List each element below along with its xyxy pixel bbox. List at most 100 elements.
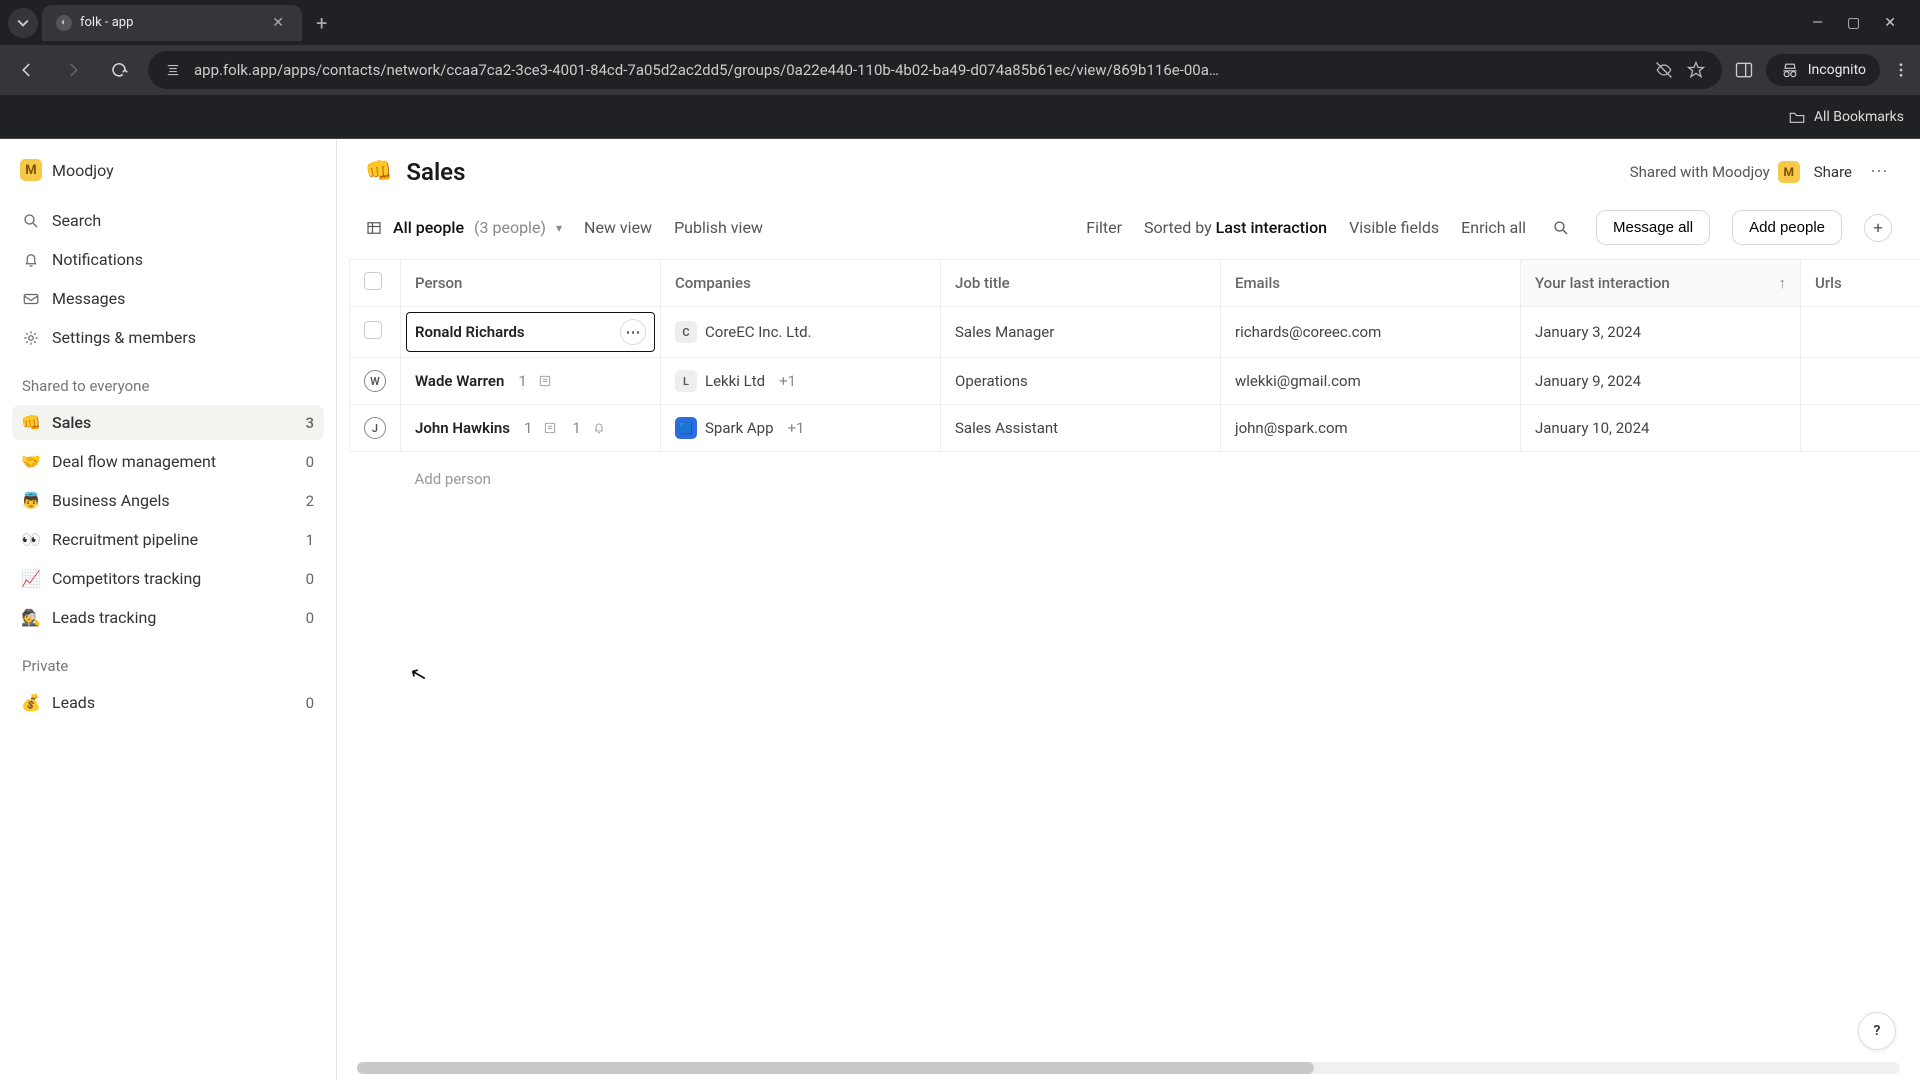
sort-button[interactable]: Sorted by Last interaction bbox=[1144, 218, 1327, 237]
header-checkbox[interactable] bbox=[350, 260, 401, 307]
site-settings-icon[interactable] bbox=[164, 61, 182, 79]
sidebar-group-label: Deal flow management bbox=[52, 452, 216, 471]
publish-view-button[interactable]: Publish view bbox=[674, 218, 763, 237]
visible-fields-button[interactable]: Visible fields bbox=[1349, 218, 1439, 237]
side-panel-icon[interactable] bbox=[1734, 60, 1754, 80]
sidebar-group-leads[interactable]: 💰 Leads 0 bbox=[12, 685, 324, 720]
cell-last-interaction[interactable]: January 10, 2024 bbox=[1521, 405, 1801, 452]
sidebar-section-shared: Shared to everyone bbox=[12, 359, 324, 401]
contacts-table: Person Companies Job title Emails Your l… bbox=[349, 259, 1920, 500]
cell-person[interactable]: John Hawkins 1 1 bbox=[401, 405, 661, 452]
cell-person[interactable]: Wade Warren 1 bbox=[401, 358, 661, 405]
cell-last-interaction[interactable]: January 9, 2024 bbox=[1521, 358, 1801, 405]
bookmark-star-icon[interactable] bbox=[1686, 60, 1706, 80]
share-button[interactable]: Share bbox=[1814, 163, 1852, 181]
help-button[interactable]: ? bbox=[1858, 1012, 1896, 1050]
nav-forward-button[interactable] bbox=[56, 53, 90, 87]
view-selector[interactable]: All people (3 people) ▾ bbox=[365, 218, 562, 237]
cell-company[interactable]: 🟦 Spark App +1 bbox=[661, 405, 941, 452]
sidebar-search[interactable]: Search bbox=[12, 203, 324, 238]
row-more-button[interactable]: ⋯ bbox=[620, 319, 646, 345]
emoji-icon: 💰 bbox=[22, 693, 40, 712]
sidebar-group-label: Competitors tracking bbox=[52, 569, 201, 588]
sidebar-group-angels[interactable]: 👼 Business Angels 2 bbox=[12, 483, 324, 518]
cell-job-title[interactable]: Sales Manager bbox=[941, 307, 1221, 358]
cell-person[interactable]: Ronald Richards ⋯ bbox=[401, 307, 661, 358]
row-avatar[interactable]: W bbox=[350, 358, 401, 405]
cell-company[interactable]: C CoreEC Inc. Ltd. bbox=[661, 307, 941, 358]
sidebar-group-dealflow[interactable]: 🤝 Deal flow management 0 bbox=[12, 444, 324, 479]
page-header: 👊 Sales Shared with Moodjoy M Share ⋯ bbox=[337, 139, 1920, 196]
emoji-icon: 🕵️ bbox=[22, 608, 40, 627]
note-icon bbox=[542, 420, 558, 436]
new-view-button[interactable]: New view bbox=[584, 218, 652, 237]
workspace-name: Moodjoy bbox=[52, 161, 114, 180]
cell-email[interactable]: wlekki@gmail.com bbox=[1221, 358, 1521, 405]
cell-urls[interactable] bbox=[1801, 358, 1920, 405]
message-all-button[interactable]: Message all bbox=[1596, 210, 1710, 245]
cell-company[interactable]: L Lekki Ltd +1 bbox=[661, 358, 941, 405]
sidebar-group-recruitment[interactable]: 👀 Recruitment pipeline 1 bbox=[12, 522, 324, 557]
add-person-row[interactable]: Add person bbox=[350, 452, 1920, 501]
table-row[interactable]: J John Hawkins 1 1 bbox=[350, 405, 1920, 452]
sidebar-notifications[interactable]: Notifications bbox=[12, 242, 324, 277]
person-name: Ronald Richards bbox=[415, 323, 525, 341]
nav-back-button[interactable] bbox=[10, 53, 44, 87]
cell-email[interactable]: john@spark.com bbox=[1221, 405, 1521, 452]
sidebar-settings[interactable]: Settings & members bbox=[12, 320, 324, 355]
mail-icon bbox=[22, 290, 40, 308]
browser-menu-button[interactable] bbox=[1892, 61, 1910, 79]
header-job-title[interactable]: Job title bbox=[941, 260, 1221, 307]
horizontal-scrollbar[interactable] bbox=[357, 1062, 1900, 1074]
cell-last-interaction[interactable]: January 3, 2024 bbox=[1521, 307, 1801, 358]
url-field[interactable]: app.folk.app/apps/contacts/network/ccaa7… bbox=[148, 51, 1722, 89]
table-row[interactable]: W Wade Warren 1 bbox=[350, 358, 1920, 405]
window-maximize-button[interactable]: ▢ bbox=[1847, 15, 1860, 31]
cell-job-title[interactable]: Operations bbox=[941, 358, 1221, 405]
incognito-badge[interactable]: Incognito bbox=[1766, 54, 1880, 86]
window-minimize-button[interactable]: ― bbox=[1812, 15, 1823, 31]
scrollbar-thumb[interactable] bbox=[357, 1062, 1314, 1074]
main-content: 👊 Sales Shared with Moodjoy M Share ⋯ Al… bbox=[337, 139, 1920, 1080]
workspace-switcher[interactable]: M Moodjoy bbox=[12, 153, 324, 187]
new-tab-button[interactable]: + bbox=[306, 7, 337, 39]
eye-off-icon[interactable] bbox=[1654, 60, 1674, 80]
sidebar-group-competitors[interactable]: 📈 Competitors tracking 0 bbox=[12, 561, 324, 596]
add-column-quick-button[interactable]: + bbox=[1864, 214, 1892, 242]
person-name: John Hawkins bbox=[415, 419, 510, 437]
filter-button[interactable]: Filter bbox=[1086, 218, 1122, 237]
page-more-button[interactable]: ⋯ bbox=[1866, 157, 1892, 186]
search-in-view-button[interactable] bbox=[1548, 215, 1574, 241]
page-emoji: 👊 bbox=[365, 159, 392, 184]
browser-tab[interactable]: ◐ folk - app ✕ bbox=[42, 5, 302, 41]
add-people-button[interactable]: Add people bbox=[1732, 210, 1842, 245]
header-emails[interactable]: Emails bbox=[1221, 260, 1521, 307]
shared-with-chip[interactable]: Shared with Moodjoy M bbox=[1630, 161, 1800, 183]
header-person[interactable]: Person bbox=[401, 260, 661, 307]
company-name: Spark App bbox=[705, 419, 774, 437]
nav-reload-button[interactable] bbox=[102, 53, 136, 87]
sidebar-group-leads-tracking[interactable]: 🕵️ Leads tracking 0 bbox=[12, 600, 324, 635]
cell-email[interactable]: richards@coreec.com bbox=[1221, 307, 1521, 358]
table-row[interactable]: Ronald Richards ⋯ C CoreEC Inc. Ltd. Sal… bbox=[350, 307, 1920, 358]
sidebar-group-sales[interactable]: 👊 Sales 3 bbox=[12, 405, 324, 440]
url-text: app.folk.app/apps/contacts/network/ccaa7… bbox=[194, 61, 1642, 79]
header-urls[interactable]: Urls bbox=[1801, 260, 1920, 307]
header-companies[interactable]: Companies bbox=[661, 260, 941, 307]
all-bookmarks-button[interactable]: All Bookmarks bbox=[1788, 108, 1904, 126]
sidebar-messages[interactable]: Messages bbox=[12, 281, 324, 316]
notes-count: 1 bbox=[518, 372, 526, 390]
row-avatar[interactable]: J bbox=[350, 405, 401, 452]
cell-urls[interactable] bbox=[1801, 307, 1920, 358]
incognito-label: Incognito bbox=[1808, 62, 1866, 78]
enrich-all-button[interactable]: Enrich all bbox=[1461, 218, 1526, 237]
bookmark-bar: All Bookmarks bbox=[0, 95, 1920, 139]
row-checkbox[interactable] bbox=[350, 307, 401, 358]
window-close-button[interactable]: ✕ bbox=[1884, 15, 1896, 31]
cell-job-title[interactable]: Sales Assistant bbox=[941, 405, 1221, 452]
avatar-initial: J bbox=[364, 417, 386, 439]
tab-search-button[interactable] bbox=[8, 8, 38, 38]
cell-urls[interactable] bbox=[1801, 405, 1920, 452]
tab-close-button[interactable]: ✕ bbox=[268, 13, 288, 33]
header-last-interaction[interactable]: Your last interaction ↑ bbox=[1521, 260, 1801, 307]
